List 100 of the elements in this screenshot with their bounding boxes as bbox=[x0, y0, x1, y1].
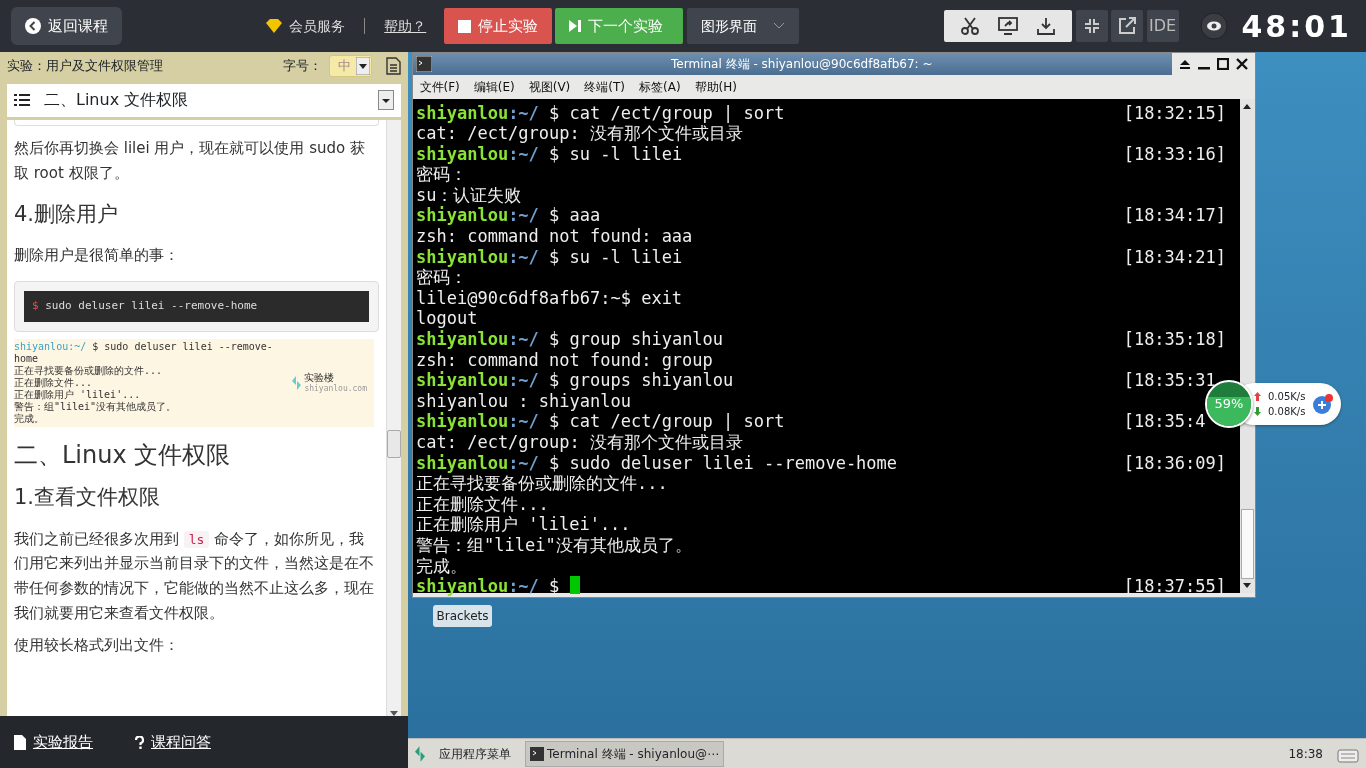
taskbar-task[interactable]: Terminal 终端 - shiyanlou@⋯ bbox=[525, 740, 724, 767]
maximize-icon[interactable] bbox=[1216, 58, 1229, 70]
terminal-output: 完成。 bbox=[416, 555, 467, 576]
terminal-icon bbox=[529, 746, 544, 761]
stop-button[interactable]: 停止实验 bbox=[443, 8, 552, 44]
caret-icon bbox=[378, 90, 394, 110]
paragraph: 然后你再切换会 lilei 用户，现在就可以使用 sudo 获取 root 权限了。 bbox=[14, 138, 366, 184]
download-arrow-icon bbox=[1254, 407, 1261, 416]
collapse-button[interactable] bbox=[1075, 10, 1108, 42]
terminal-command: $ groups shiyanlou bbox=[548, 370, 735, 391]
timestamp: [18:32:15] bbox=[1123, 102, 1226, 124]
terminal-output: su：认证失败 bbox=[416, 184, 522, 205]
ide-button[interactable]: IDE bbox=[1146, 10, 1179, 42]
terminal-output: 密码： bbox=[416, 164, 467, 185]
timestamp: [18:35:4 bbox=[1123, 411, 1207, 432]
screenshot-line: 正在删除文件... bbox=[14, 376, 94, 389]
terminal-output: 正在删除文件... bbox=[416, 493, 549, 514]
screenshot-line: 正在寻找要备份或删除的文件... bbox=[14, 364, 164, 377]
countdown-timer: 48:01 bbox=[1241, 7, 1352, 46]
help-link[interactable]: 帮助？ bbox=[384, 15, 427, 37]
terminal-output: cat: /ect/group: 没有那个文件或目录 bbox=[416, 432, 743, 452]
memory-percent: 59% bbox=[1214, 395, 1244, 414]
terminal-prompt: shiyanlou:~/ bbox=[416, 452, 539, 474]
clock: 18:38 bbox=[1288, 745, 1323, 763]
menu-item[interactable]: 终端(T) bbox=[584, 78, 625, 96]
toc-dropdown[interactable]: 二、Linux 文件权限 bbox=[7, 83, 401, 117]
font-size-label: 字号： bbox=[283, 57, 322, 76]
external-link-icon bbox=[1118, 17, 1136, 35]
menu-item[interactable]: 文件(F) bbox=[419, 78, 460, 96]
app-menu[interactable]: 应用程序菜单 bbox=[439, 744, 511, 763]
timestamp: [18:36:09] bbox=[1123, 452, 1226, 474]
terminal-output: zsh: command not found: aaa bbox=[416, 226, 693, 247]
menu-item[interactable]: 编辑(E) bbox=[473, 78, 515, 96]
timestamp: [18:37:55] bbox=[1123, 576, 1226, 597]
terminal-output: shiyanlou : shiyanlou bbox=[416, 390, 631, 411]
terminal-prompt: shiyanlou:~/ bbox=[416, 329, 539, 350]
timestamp: [18:33:16] bbox=[1123, 143, 1226, 165]
caret-icon bbox=[356, 57, 370, 75]
scissors-icon[interactable] bbox=[960, 17, 979, 35]
terminal-command: $ su -l lilei bbox=[548, 246, 684, 268]
mode-dropdown[interactable]: 图形界面 bbox=[686, 8, 799, 44]
caret-icon bbox=[772, 22, 785, 30]
report-link[interactable]: 实验报告 bbox=[14, 730, 93, 754]
prompt-symbol: $ bbox=[32, 299, 39, 313]
terminal-output: 密码： bbox=[416, 267, 467, 288]
question-icon bbox=[135, 735, 144, 749]
paragraph: 使用较长格式列出文件： bbox=[14, 634, 180, 656]
stop-icon bbox=[457, 19, 471, 33]
download-icon[interactable] bbox=[1036, 17, 1055, 35]
terminal-output: 正在删除用户 'lilei'... bbox=[416, 514, 631, 535]
diamond-icon bbox=[266, 19, 283, 33]
terminal-prompt: shiyanlou:~/ bbox=[416, 143, 539, 165]
terminal-prompt: shiyanlou:~/ bbox=[416, 246, 539, 268]
terminal-prompt: shiyanlou:~/ bbox=[416, 370, 539, 391]
list-icon bbox=[14, 94, 30, 106]
terminal-command: $ group shiyanlou bbox=[548, 329, 725, 350]
screen-share-icon[interactable] bbox=[997, 17, 1018, 35]
desktop-icon-label[interactable]: Brackets bbox=[432, 605, 493, 627]
terminal-prompt: shiyanlou:~/ bbox=[416, 102, 539, 124]
timestamp: [18:35:18] bbox=[1123, 329, 1226, 350]
terminal-output: zsh: command not found: group bbox=[416, 349, 713, 370]
terminal-output: 正在寻找要备份或删除的文件... bbox=[416, 473, 668, 494]
terminal-output: 警告：组"lilei"没有其他成员了。 bbox=[416, 534, 692, 555]
menu-item[interactable]: 帮助(H) bbox=[694, 78, 737, 96]
scroll-thumb[interactable] bbox=[1240, 509, 1254, 579]
terminal-prompt: shiyanlou:~/ bbox=[416, 205, 539, 227]
terminal-command: $ cat /ect/group | sort bbox=[548, 102, 786, 124]
window-title: Terminal 终端 - shiyanlou@90c6df8afb67: ~ bbox=[670, 56, 934, 73]
document-icon bbox=[14, 734, 26, 750]
terminal-icon bbox=[416, 56, 432, 72]
upload-speed: 0.05K/s bbox=[1268, 390, 1306, 404]
logo-icon bbox=[291, 375, 301, 390]
terminal-command: $ sudo deluser lilei --remove-home bbox=[548, 452, 899, 474]
close-icon[interactable] bbox=[1235, 58, 1248, 70]
qa-link[interactable]: 课程问答 bbox=[135, 730, 211, 754]
scroll-thumb[interactable] bbox=[387, 430, 401, 458]
terminal-prompt: shiyanlou:~/ bbox=[416, 576, 539, 597]
screenshot-line: 正在删除用户 'lilei'... bbox=[14, 388, 142, 401]
screenshot-line: 警告：组"lilei"没有其他成员了。 bbox=[14, 400, 178, 412]
document-icon[interactable] bbox=[386, 57, 401, 75]
timestamp: [18:35:31 bbox=[1123, 370, 1217, 391]
shade-icon[interactable] bbox=[1178, 58, 1191, 70]
upload-arrow-icon bbox=[1254, 392, 1261, 401]
back-button[interactable]: 返回课程 bbox=[10, 7, 122, 45]
terminal-command: $ su -l lilei bbox=[548, 143, 684, 165]
section-heading: 4.删除用户 bbox=[14, 201, 120, 227]
terminal-output: cat: /ect/group: 没有那个文件或目录 bbox=[416, 123, 743, 144]
eye-icon[interactable] bbox=[1199, 12, 1228, 40]
timestamp: [18:34:21] bbox=[1123, 246, 1226, 268]
section-heading: 1.查看文件权限 bbox=[14, 485, 162, 511]
plus-icon[interactable] bbox=[1312, 393, 1335, 415]
vip-link[interactable]: 会员服务 bbox=[289, 15, 346, 37]
inline-code: ls bbox=[183, 530, 210, 548]
terminal-output: lilei@90c6df8afb67:~$ exit bbox=[416, 287, 683, 308]
download-speed: 0.08K/s bbox=[1268, 405, 1306, 419]
external-link-button[interactable] bbox=[1111, 10, 1143, 42]
lab-title: 实验：用户及文件权限管理 bbox=[7, 57, 163, 76]
menu-item[interactable]: 视图(V) bbox=[528, 78, 571, 96]
screenshot-line: 完成。 bbox=[14, 412, 45, 425]
menu-item[interactable]: 标签(A) bbox=[639, 78, 681, 96]
